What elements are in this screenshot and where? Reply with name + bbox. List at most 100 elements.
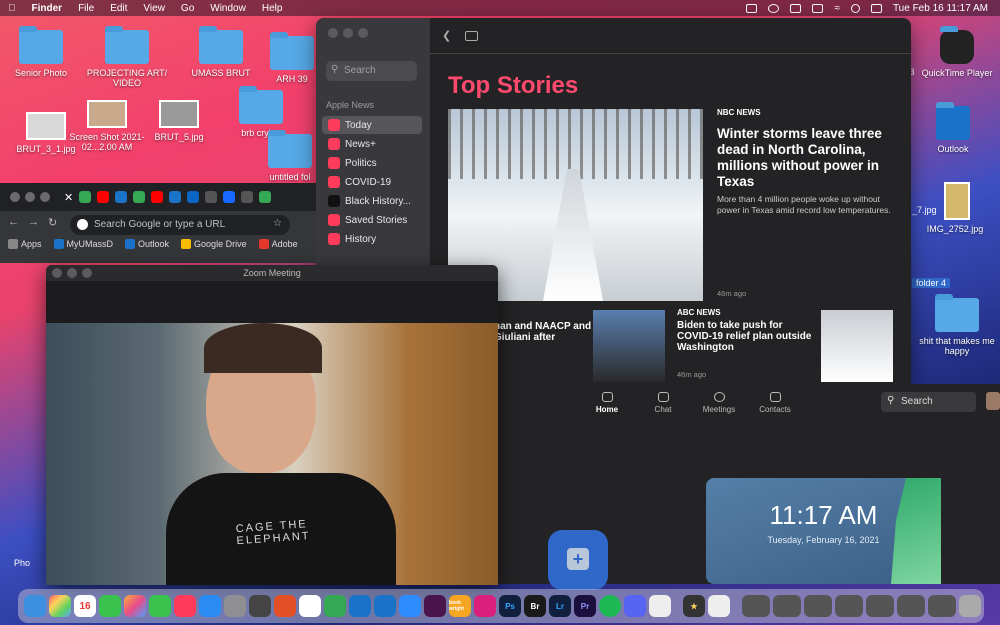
- youtube-tab-icon[interactable]: [97, 191, 110, 203]
- close-tab-icon[interactable]: ✕: [64, 191, 73, 204]
- minimized-window-icon[interactable]: [773, 595, 801, 617]
- quicktime-icon[interactable]: [249, 595, 271, 617]
- sidebar-item-politics[interactable]: Politics: [322, 154, 422, 172]
- desktop-app-quicktime[interactable]: QuickTime Player: [912, 26, 1000, 78]
- bookwright-icon[interactable]: book wright: [449, 595, 471, 617]
- zoom-search-input[interactable]: ⚲ Search: [881, 392, 976, 412]
- outlook-icon[interactable]: [374, 595, 396, 617]
- back-icon[interactable]: ❮: [442, 29, 451, 42]
- news-search-input[interactable]: ⚲ Search: [326, 61, 417, 81]
- desktop-folder-projecting-art[interactable]: PROJECTING ART/ VIDEO: [82, 26, 172, 88]
- menu-file[interactable]: File: [70, 3, 102, 14]
- zoom-window-button[interactable]: [82, 268, 92, 278]
- news-icon[interactable]: [174, 595, 196, 617]
- reload-icon[interactable]: ↻: [48, 216, 57, 229]
- tab-contacts[interactable]: Contacts: [758, 392, 792, 414]
- sidebar-item-covid[interactable]: COVID-19: [322, 173, 422, 191]
- story-headline[interactable]: han and NAACP and Giuliani after: [494, 321, 594, 343]
- desktop-item-label[interactable]: folder 4: [912, 278, 951, 288]
- outlook-tab-icon[interactable]: [115, 191, 128, 203]
- messages-icon[interactable]: [99, 595, 121, 617]
- star-icon[interactable]: ☆: [273, 218, 282, 229]
- photos-icon[interactable]: [124, 595, 146, 617]
- linkedin-tab-icon[interactable]: [187, 191, 200, 203]
- menu-finder[interactable]: Finder: [24, 3, 71, 14]
- forward-icon[interactable]: →: [28, 216, 39, 228]
- slack-icon[interactable]: [424, 595, 446, 617]
- photoshop-icon[interactable]: Ps: [499, 595, 521, 617]
- story-thumbnail[interactable]: [593, 310, 665, 382]
- office-icon[interactable]: [274, 595, 296, 617]
- avatar[interactable]: [986, 392, 1000, 410]
- tab-icon[interactable]: [241, 191, 254, 203]
- sidebar-toggle-icon[interactable]: [465, 30, 479, 41]
- menu-go[interactable]: Go: [173, 3, 202, 14]
- backup-sync-icon[interactable]: [349, 595, 371, 617]
- drive-tab-icon[interactable]: [79, 191, 92, 203]
- close-window-button[interactable]: [10, 192, 20, 202]
- sidebar-item-news-plus[interactable]: News+: [322, 135, 422, 153]
- menu-help[interactable]: Help: [254, 3, 291, 14]
- drive-tab-icon[interactable]: [133, 191, 146, 203]
- calendar-icon[interactable]: 16: [74, 595, 96, 617]
- chrome-icon[interactable]: [299, 595, 321, 617]
- minimize-window-button[interactable]: [25, 192, 35, 202]
- tab-icon[interactable]: [205, 191, 218, 203]
- minimized-window-icon[interactable]: [897, 595, 925, 617]
- participant-video[interactable]: CAGE THE ELEPHANT: [46, 323, 498, 585]
- spotify-icon[interactable]: [599, 595, 621, 617]
- close-window-button[interactable]: [52, 268, 62, 278]
- bookmark-google-drive[interactable]: Google Drive: [181, 239, 247, 249]
- sidebar-item-history[interactable]: History: [322, 230, 422, 248]
- youtube-tab-icon[interactable]: [151, 191, 164, 203]
- minimized-window-icon[interactable]: [928, 595, 956, 617]
- desktop-folder-happy[interactable]: shit that makes me happy: [912, 294, 1000, 356]
- menubar-clock[interactable]: Tue Feb 16 11:17 AM: [893, 3, 988, 14]
- story-thumbnail[interactable]: [821, 310, 893, 382]
- eye-status-icon[interactable]: [768, 3, 780, 13]
- lightroom-icon[interactable]: Lr: [549, 595, 571, 617]
- drive-icon[interactable]: [324, 595, 346, 617]
- bookmark-adobe[interactable]: Adobe: [258, 239, 298, 249]
- desktop-file-brut5[interactable]: BRUT_5.jpg: [134, 100, 224, 142]
- back-icon[interactable]: ←: [8, 216, 19, 228]
- desktop-folder-untitled[interactable]: untitled fol: [260, 130, 320, 182]
- zoom-app-icon[interactable]: [399, 595, 421, 617]
- tab-home[interactable]: Home: [590, 392, 624, 414]
- preview-icon[interactable]: [708, 595, 730, 617]
- trash-icon[interactable]: [959, 595, 981, 617]
- story-headline[interactable]: Biden to take push for COVID-19 relief p…: [677, 320, 817, 353]
- sidebar-item-black-history[interactable]: Black History...: [322, 192, 422, 210]
- behance-tab-icon[interactable]: [223, 191, 236, 203]
- zoom-status-icon[interactable]: [746, 3, 758, 13]
- close-window-button[interactable]: [328, 28, 338, 38]
- tab-meetings[interactable]: Meetings: [702, 392, 736, 414]
- desktop-folder-umass-brut[interactable]: UMASS BRUT: [176, 26, 266, 78]
- search-menubar-icon[interactable]: [850, 3, 860, 13]
- menu-view[interactable]: View: [135, 3, 173, 14]
- finder-icon[interactable]: [24, 595, 46, 617]
- starred-item-icon[interactable]: ★: [683, 595, 705, 617]
- lead-story-headline[interactable]: Winter storms leave three dead in North …: [717, 126, 892, 190]
- zoom-window-button[interactable]: [358, 28, 368, 38]
- desktop-folder-arh[interactable]: ARH 39: [262, 32, 322, 84]
- desktop-folder-senior-photo[interactable]: Senior Photo: [0, 26, 86, 78]
- minimize-window-button[interactable]: [343, 28, 353, 38]
- system-preferences-icon[interactable]: [224, 595, 246, 617]
- zoom-window-button[interactable]: [40, 192, 50, 202]
- new-meeting-button[interactable]: +: [548, 530, 608, 590]
- minimized-window-icon[interactable]: [835, 595, 863, 617]
- app-store-icon[interactable]: [199, 595, 221, 617]
- minimized-window-icon[interactable]: [742, 595, 770, 617]
- minimize-window-button[interactable]: [67, 268, 77, 278]
- bookmark-outlook[interactable]: Outlook: [125, 239, 169, 249]
- sidebar-item-saved[interactable]: Saved Stories: [322, 211, 422, 229]
- bookmark-apps[interactable]: Apps: [8, 239, 42, 249]
- menu-edit[interactable]: Edit: [102, 3, 135, 14]
- desktop-folder-brb-crying[interactable]: brb crying: [216, 86, 306, 138]
- tab-chat[interactable]: Chat: [646, 392, 680, 414]
- outlook-tab-icon[interactable]: [169, 191, 182, 203]
- screenshot-icon[interactable]: [649, 595, 671, 617]
- premiere-icon[interactable]: Pr: [574, 595, 596, 617]
- creative-cloud-icon[interactable]: [474, 595, 496, 617]
